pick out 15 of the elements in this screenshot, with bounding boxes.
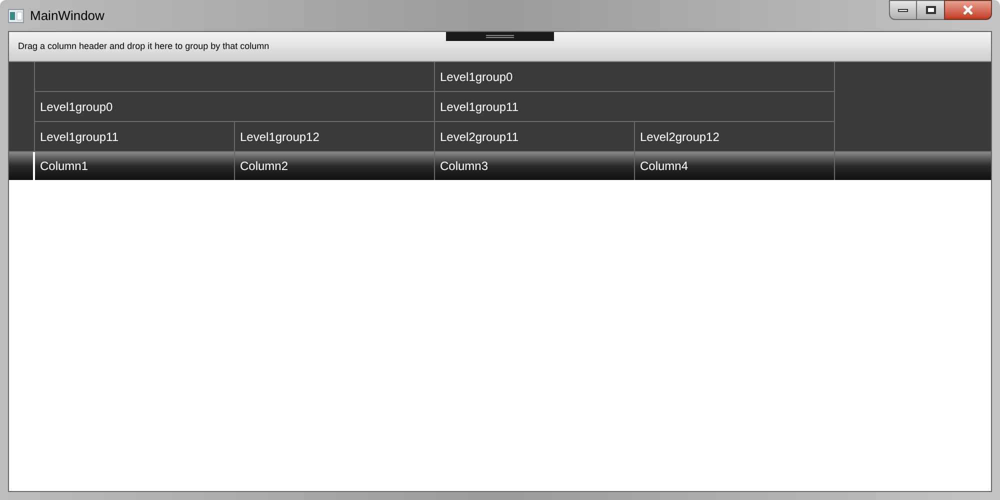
drag-handle[interactable] [446,32,554,41]
maximize-button[interactable] [917,0,944,20]
close-button[interactable] [944,0,992,20]
column-header[interactable]: Column2 [235,152,435,180]
window-title: MainWindow [30,6,104,25]
column-header[interactable]: Column1 [35,152,235,180]
group-header: Level1group11 [435,92,835,122]
column-header[interactable]: Column4 [635,152,835,180]
group-panel-hint: Drag a column header and drop it here to group by that column [18,40,270,53]
app-icon [8,8,24,22]
column-header[interactable]: Column3 [435,152,635,180]
minimize-button[interactable] [889,0,917,20]
group-header: Level1group0 [435,62,835,92]
close-icon [962,5,974,15]
group-header: Level1group0 [35,92,435,122]
